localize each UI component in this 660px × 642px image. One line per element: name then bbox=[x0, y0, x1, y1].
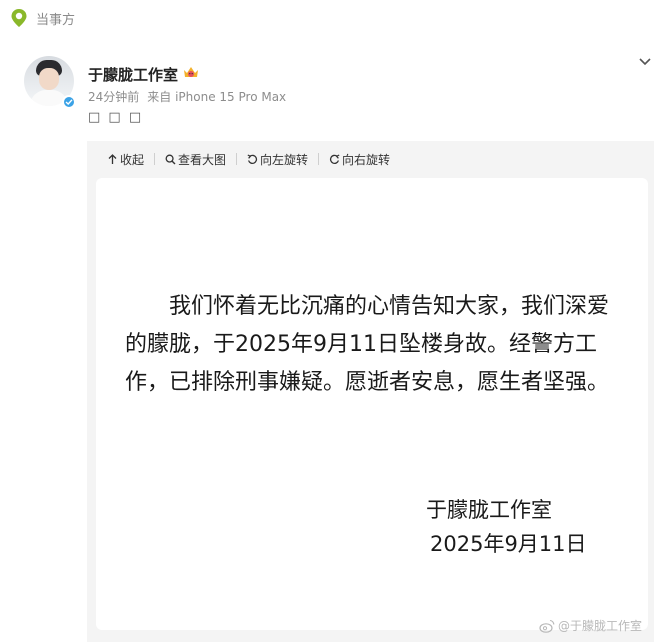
post-meta: 24分钟前 来自 iPhone 15 Pro Max bbox=[88, 88, 286, 105]
rotate-right-button[interactable]: 向右旋转 bbox=[319, 151, 400, 168]
username[interactable]: 于朦胧工作室 bbox=[88, 64, 178, 85]
watermark-text: @于朦胧工作室 bbox=[557, 619, 642, 633]
chevron-down-icon[interactable] bbox=[638, 52, 652, 66]
crown-emoji-icon bbox=[182, 64, 200, 80]
image-viewer: 收起 查看大图 向左旋转 向右旋转 我们怀着无比沉痛的心情告知大家，我们深爱的朦… bbox=[87, 141, 654, 642]
statement-signature: 于朦胧工作室 bbox=[426, 498, 552, 522]
watermark: @于朦胧工作室 bbox=[539, 617, 642, 634]
statement-image[interactable]: 我们怀着无比沉痛的心情告知大家，我们深爱的朦胧，于2025年9月11日坠楼身故。… bbox=[96, 178, 648, 630]
verified-badge-icon bbox=[62, 95, 76, 109]
rotate-left-label: 向左旋转 bbox=[260, 152, 309, 167]
rotate-left-button[interactable]: 向左旋转 bbox=[237, 151, 318, 168]
post-text: □ □ □ bbox=[88, 110, 144, 125]
weibo-logo-icon bbox=[539, 619, 555, 633]
rotate-right-icon bbox=[329, 153, 340, 164]
search-icon bbox=[165, 154, 176, 164]
topic-label: 当事方 bbox=[36, 12, 76, 28]
rotate-right-label: 向右旋转 bbox=[342, 152, 391, 167]
location-pin-icon bbox=[10, 8, 28, 28]
image-toolbar: 收起 查看大图 向左旋转 向右旋转 bbox=[107, 149, 400, 169]
statement-body: 我们怀着无比沉痛的心情告知大家，我们深爱的朦胧，于2025年9月11日坠楼身故。… bbox=[125, 288, 619, 402]
post-time[interactable]: 24分钟前 bbox=[88, 88, 139, 105]
rotate-left-icon bbox=[247, 153, 258, 164]
collapse-label: 收起 bbox=[120, 152, 145, 167]
collapse-button[interactable]: 收起 bbox=[107, 151, 154, 168]
view-large-label: 查看大图 bbox=[178, 152, 227, 167]
post-source: 来自 iPhone 15 Pro Max bbox=[147, 90, 287, 104]
view-large-button[interactable]: 查看大图 bbox=[155, 151, 236, 168]
topic-header[interactable]: 当事方 bbox=[10, 6, 75, 30]
statement-date: 2025年9月11日 bbox=[430, 532, 587, 556]
collapse-icon bbox=[108, 153, 117, 164]
statement-text: 我们怀着无比沉痛的心情告知大家，我们深爱的朦胧，于2025年9月11日坠楼身故。… bbox=[125, 294, 610, 395]
